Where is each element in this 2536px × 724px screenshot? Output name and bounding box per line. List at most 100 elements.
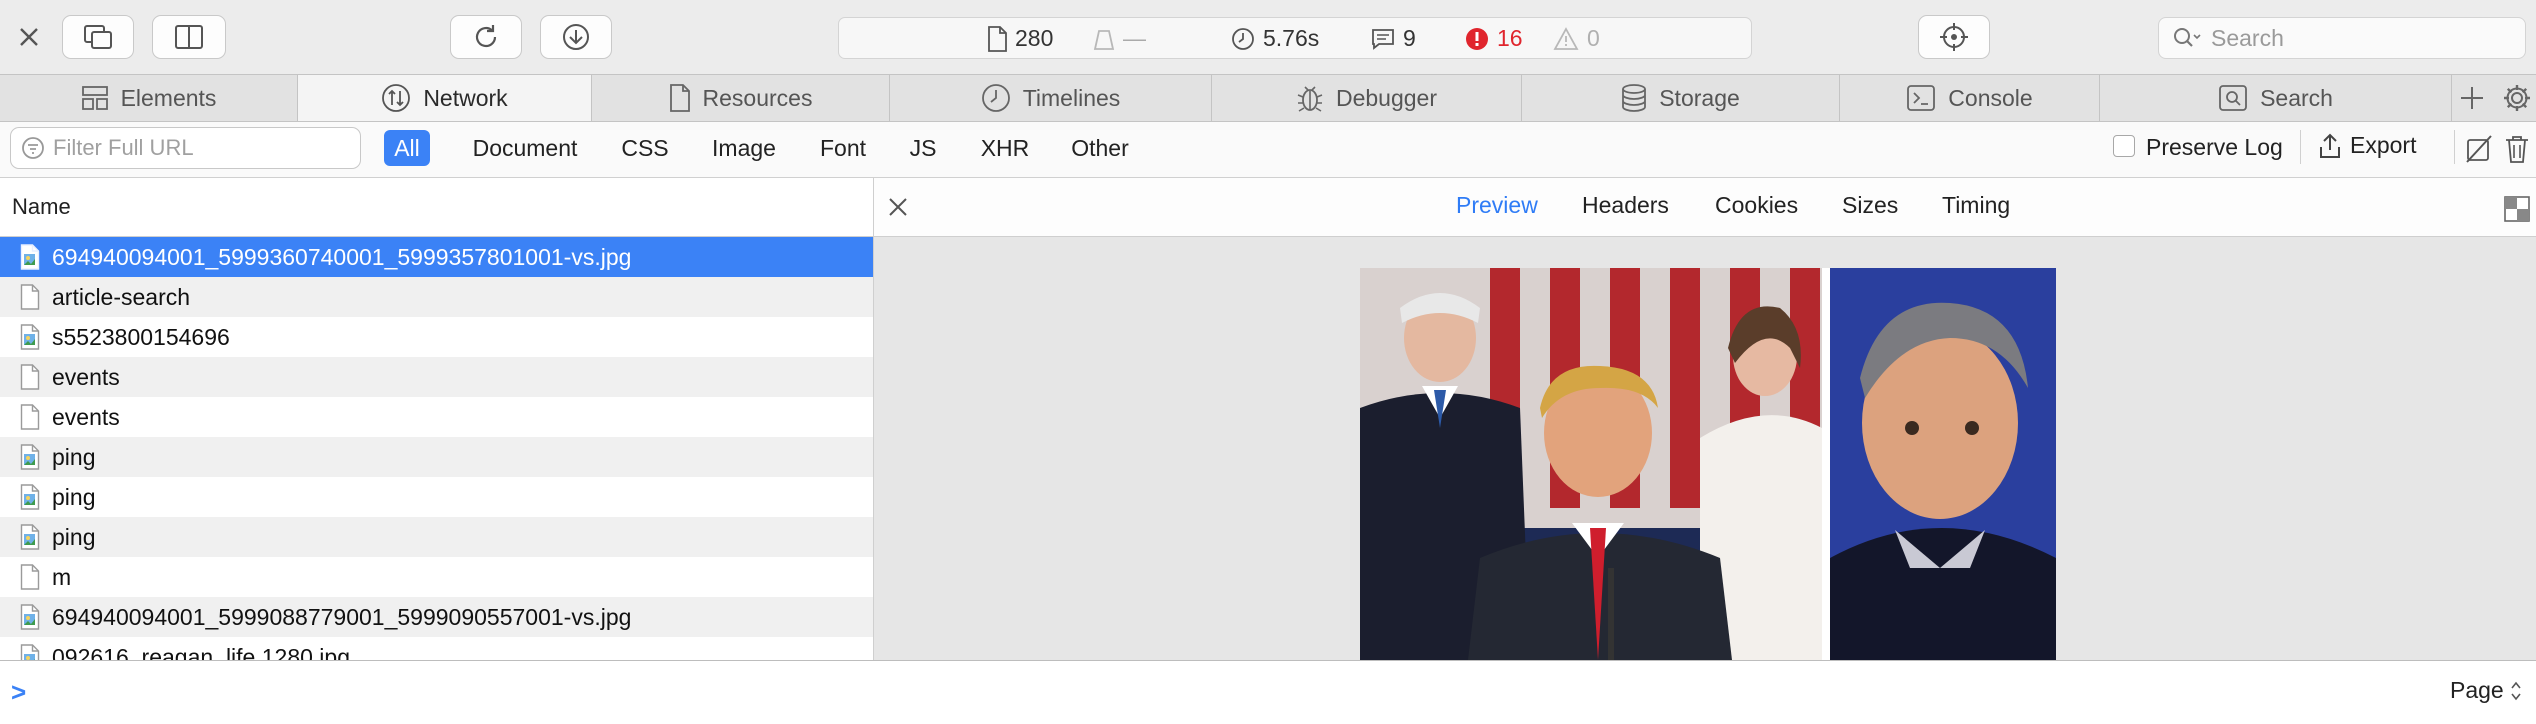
request-row[interactable]: 092616_reagan_life 1280.jpg bbox=[0, 637, 873, 660]
console-prompt-bar[interactable]: > Page bbox=[0, 660, 2536, 724]
dock-side-button[interactable] bbox=[152, 15, 226, 59]
tab-debugger[interactable]: Debugger bbox=[1212, 75, 1522, 121]
message-icon bbox=[1372, 28, 1394, 50]
request-row[interactable]: m bbox=[0, 557, 873, 597]
type-filter-font[interactable]: Font bbox=[812, 130, 874, 166]
network-icon bbox=[382, 84, 411, 112]
tab-elements[interactable]: Elements bbox=[0, 75, 298, 121]
name-column-header[interactable]: Name bbox=[0, 178, 873, 237]
type-filter-xhr[interactable]: XHR bbox=[972, 130, 1038, 166]
request-row[interactable]: ping bbox=[0, 517, 873, 557]
request-name: s5523800154696 bbox=[52, 323, 230, 350]
download-button[interactable] bbox=[540, 15, 612, 59]
disable-cache-icon[interactable] bbox=[2464, 134, 2494, 164]
filter-url-input[interactable]: Filter Full URL bbox=[10, 127, 361, 169]
type-filter-js[interactable]: JS bbox=[900, 130, 946, 166]
document-file-icon bbox=[10, 364, 50, 390]
request-name: 694940094001_5999088779001_5999090557001… bbox=[52, 603, 632, 630]
load-time[interactable]: 5.76s bbox=[1231, 25, 1319, 52]
filter-divider bbox=[2300, 130, 2301, 164]
filter-divider-2 bbox=[2454, 130, 2455, 164]
filter-icon bbox=[22, 137, 44, 159]
request-name: 694940094001_5999360740001_5999357801001… bbox=[52, 243, 632, 270]
add-tab-icon[interactable] bbox=[2458, 84, 2486, 112]
details-tab-cookies[interactable]: Cookies bbox=[1715, 192, 1798, 219]
tab-storage[interactable]: Storage bbox=[1522, 75, 1840, 121]
tab-console[interactable]: Console bbox=[1840, 75, 2100, 121]
type-filter-css[interactable]: CSS bbox=[612, 130, 678, 166]
export-button[interactable]: Export bbox=[2318, 132, 2416, 159]
crosshair-icon bbox=[1940, 23, 1968, 51]
image-file-icon bbox=[10, 444, 50, 470]
dock-side-icon bbox=[175, 25, 203, 49]
request-name: ping bbox=[52, 523, 96, 550]
request-name: 092616_reagan_life 1280.jpg bbox=[52, 643, 350, 661]
document-file-icon bbox=[10, 564, 50, 590]
inspect-button[interactable] bbox=[1918, 15, 1990, 59]
console-icon bbox=[1907, 85, 1936, 111]
clear-log-trash-icon[interactable] bbox=[2504, 134, 2530, 164]
debugger-icon bbox=[1297, 86, 1323, 112]
request-name: ping bbox=[52, 443, 96, 470]
resources-icon bbox=[669, 84, 690, 112]
type-filter-document[interactable]: Document bbox=[464, 130, 586, 166]
details-tab-preview[interactable]: Preview bbox=[1456, 192, 1538, 219]
toolbar: 280 — 5.76s 9 16 0 Search bbox=[0, 0, 2536, 74]
image-file-icon bbox=[10, 324, 50, 350]
type-filter-all[interactable]: All bbox=[384, 130, 430, 166]
tab-timelines[interactable]: Timelines bbox=[890, 75, 1212, 121]
detach-icon bbox=[84, 25, 112, 49]
dashboard-summary[interactable]: 280 — 5.76s 9 16 0 bbox=[838, 17, 1752, 59]
details-tab-timing[interactable]: Timing bbox=[1942, 192, 2010, 219]
request-row[interactable]: 694940094001_5999088779001_5999090557001… bbox=[0, 597, 873, 637]
transfer-size[interactable]: — bbox=[1093, 25, 1146, 52]
execution-context-select[interactable]: Page bbox=[2450, 677, 2522, 704]
image-file-icon bbox=[10, 244, 50, 270]
request-row[interactable]: s5523800154696 bbox=[0, 317, 873, 357]
tab-search[interactable]: Search bbox=[2100, 75, 2452, 121]
close-icon[interactable] bbox=[18, 26, 40, 48]
document-file-icon bbox=[10, 404, 50, 430]
detach-button[interactable] bbox=[62, 15, 134, 59]
errors-count[interactable]: 16 bbox=[1465, 25, 1523, 52]
request-list: Name 694940094001_5999360740001_59993578… bbox=[0, 178, 874, 660]
document-icon bbox=[988, 25, 1007, 52]
tab-resources[interactable]: Resources bbox=[592, 75, 890, 121]
logs-count[interactable]: 9 bbox=[1371, 25, 1416, 52]
settings-gear-icon[interactable] bbox=[2502, 83, 2532, 113]
download-icon bbox=[563, 24, 589, 50]
image-file-icon bbox=[10, 524, 50, 550]
console-prompt: > bbox=[11, 677, 27, 707]
toolbar-search-input[interactable]: Search bbox=[2158, 17, 2526, 59]
search-tab-icon bbox=[2219, 85, 2247, 111]
close-details-icon[interactable] bbox=[888, 197, 908, 217]
request-row[interactable]: events bbox=[0, 357, 873, 397]
request-row[interactable]: article-search bbox=[0, 277, 873, 317]
details-tab-headers[interactable]: Headers bbox=[1582, 192, 1669, 219]
preserve-log-checkbox[interactable] bbox=[2113, 135, 2135, 157]
details-tab-sizes[interactable]: Sizes bbox=[1842, 192, 1898, 219]
type-filter-other[interactable]: Other bbox=[1064, 130, 1136, 166]
preserve-log-label: Preserve Log bbox=[2146, 134, 2283, 160]
image-file-icon bbox=[10, 604, 50, 630]
elements-icon bbox=[81, 86, 108, 110]
transparency-grid-icon[interactable] bbox=[2504, 196, 2530, 222]
request-row[interactable]: ping bbox=[0, 477, 873, 517]
reload-icon bbox=[475, 25, 497, 48]
request-name: events bbox=[52, 363, 120, 390]
request-row[interactable]: events bbox=[0, 397, 873, 437]
resources-count[interactable]: 280 bbox=[987, 25, 1053, 52]
warnings-count[interactable]: 0 bbox=[1553, 25, 1600, 52]
tab-network[interactable]: Network bbox=[298, 75, 592, 121]
reload-button[interactable] bbox=[450, 15, 522, 59]
image-file-icon bbox=[10, 484, 50, 510]
request-name: article-search bbox=[52, 283, 191, 310]
warning-icon bbox=[1553, 26, 1579, 50]
request-row[interactable]: 694940094001_5999360740001_5999357801001… bbox=[0, 237, 873, 277]
filter-bar: Filter Full URL All Document CSS Image F… bbox=[0, 122, 2536, 178]
type-filter-image[interactable]: Image bbox=[704, 130, 784, 166]
tab-bar: Elements Network Resources Timelines Deb… bbox=[0, 74, 2536, 122]
clock-icon bbox=[1232, 27, 1254, 50]
search-icon bbox=[2174, 28, 2201, 47]
request-row[interactable]: ping bbox=[0, 437, 873, 477]
